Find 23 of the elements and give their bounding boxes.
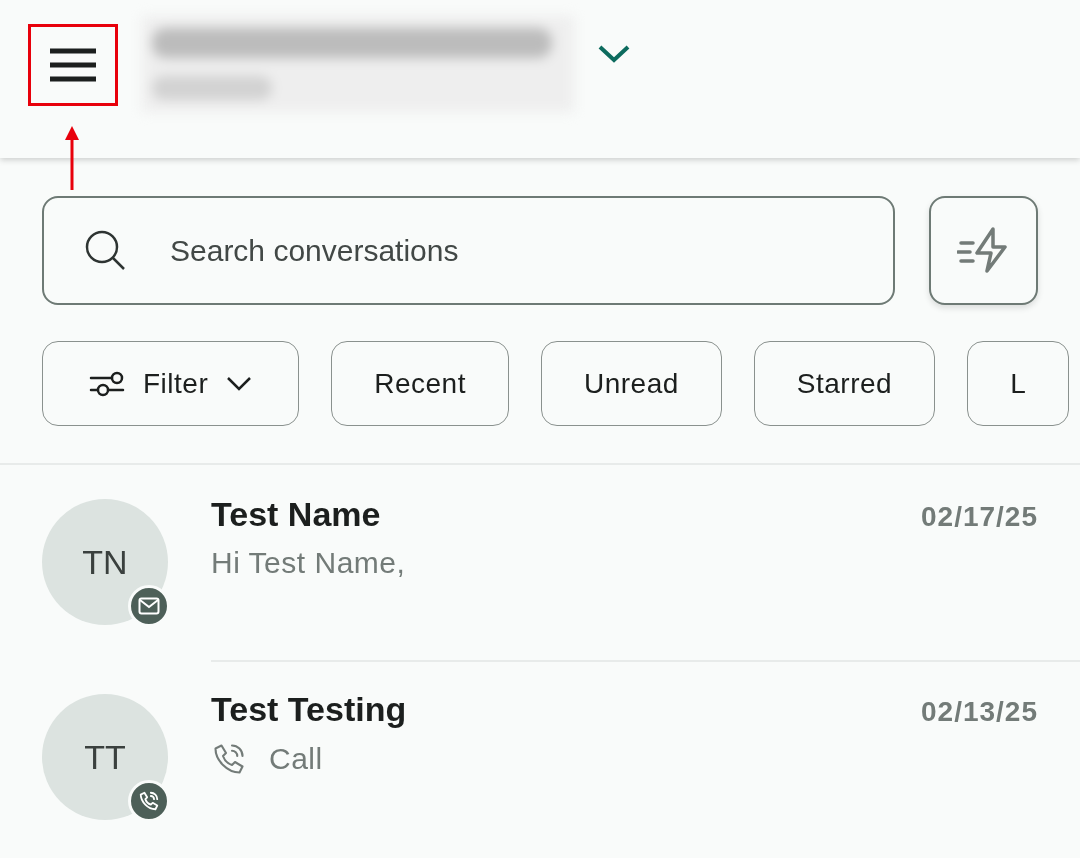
phone-icon (211, 741, 247, 777)
conversation-date: 02/17/25 (921, 501, 1038, 533)
quick-action-button[interactable] (929, 196, 1038, 305)
chevron-down-icon[interactable] (598, 44, 630, 64)
menu-button[interactable] (28, 24, 118, 106)
search-field[interactable]: Search conversations (42, 196, 895, 305)
conversation-date: 02/13/25 (921, 696, 1038, 728)
filter-chip[interactable]: Recent (331, 341, 509, 426)
caret-icon (226, 375, 253, 392)
annotation-arrow (64, 126, 80, 192)
avatar: TT (42, 694, 168, 820)
filter-chip[interactable]: L (967, 341, 1070, 426)
contact-name[interactable]: Test Testing (211, 690, 407, 729)
filter-chip[interactable]: Starred (753, 341, 936, 426)
sliders-icon (89, 369, 125, 398)
contact-name[interactable]: Test Name (211, 495, 381, 534)
menu-icon (49, 48, 97, 82)
search-icon (84, 229, 126, 271)
avatar: TN (42, 499, 168, 625)
message-preview: Call (269, 742, 323, 776)
filter-chip[interactable]: Unread (540, 341, 722, 426)
filter-chip[interactable]: Filter (42, 341, 300, 426)
message-preview: Hi Test Name, (211, 546, 406, 580)
